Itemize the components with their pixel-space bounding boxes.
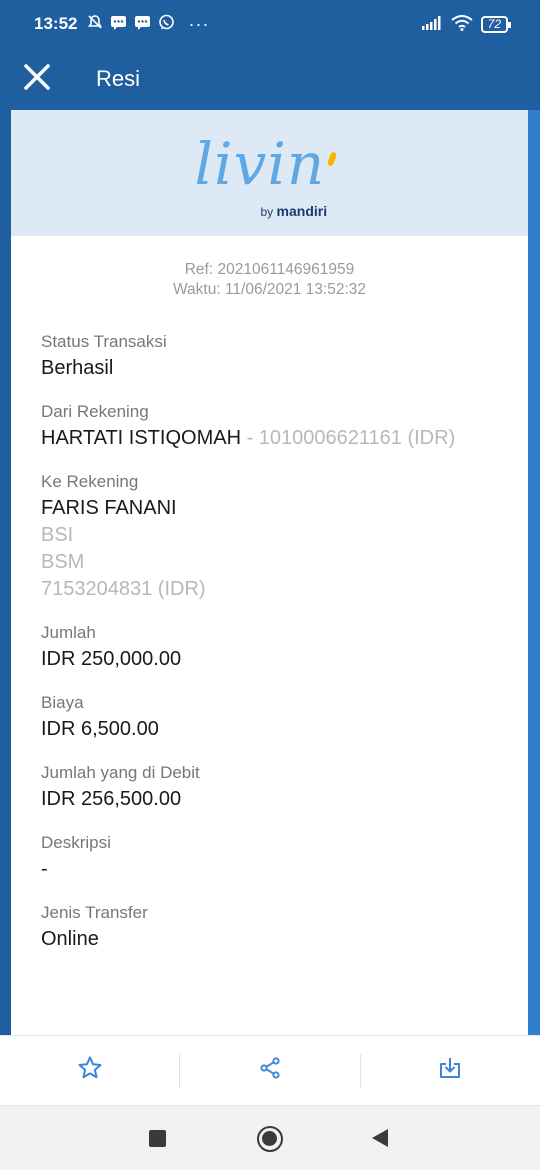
field-label: Status Transaksi xyxy=(41,332,167,351)
recipient-account: 7153204831 (IDR) xyxy=(41,578,206,600)
action-bar xyxy=(0,1035,540,1105)
logo-accent xyxy=(326,151,337,167)
field-status: Status Transaksi Berhasil xyxy=(41,331,528,382)
bell-off-icon xyxy=(87,14,103,34)
share-button[interactable] xyxy=(180,1053,359,1089)
transaction-time: Waktu: 11/06/2021 13:52:32 xyxy=(172,281,367,298)
recipient-bank: BSI xyxy=(41,524,74,546)
recents-button[interactable] xyxy=(149,1130,166,1147)
receipt-card: livin by mandiri Ref: 2021061146961959 W… xyxy=(11,110,528,1035)
status-bar: 13:52 ··· 72 xyxy=(0,0,540,48)
download-button[interactable] xyxy=(361,1053,540,1089)
field-label: Ke Rekening xyxy=(41,472,139,491)
frame-left xyxy=(0,110,11,1035)
field-value: Berhasil xyxy=(41,357,114,379)
field-label: Jumlah xyxy=(41,623,96,642)
frame-right xyxy=(528,110,540,1035)
field-label: Biaya xyxy=(41,693,84,712)
sender-name: HARTATI ISTIQOMAH xyxy=(41,427,242,449)
whatsapp-icon xyxy=(158,14,175,35)
download-icon xyxy=(437,1055,463,1086)
livin-logo: livin by mandiri xyxy=(194,128,345,219)
field-value: IDR 256,500.00 xyxy=(41,788,182,810)
field-label: Jenis Transfer xyxy=(41,903,148,922)
close-icon xyxy=(23,63,51,96)
reference-number: Ref: 2021061146961959 xyxy=(184,261,355,278)
favorite-button[interactable] xyxy=(0,1053,179,1089)
home-button[interactable] xyxy=(257,1126,283,1152)
field-to-account: Ke Rekening FARIS FANANI BSI BSM 7153204… xyxy=(41,471,528,603)
field-label: Deskripsi xyxy=(41,833,111,852)
message-icon xyxy=(134,15,151,34)
field-amount: Jumlah IDR 250,000.00 xyxy=(41,622,528,673)
field-value: - xyxy=(41,858,48,880)
receipt-header: livin by mandiri xyxy=(11,110,528,236)
battery-icon: 72 xyxy=(480,15,512,33)
recipient-name: FARIS FANANI xyxy=(41,497,177,519)
system-icons: 72 xyxy=(421,14,512,34)
status-time: 13:52 xyxy=(34,14,78,33)
field-fee: Biaya IDR 6,500.00 xyxy=(41,692,528,743)
system-nav-bar xyxy=(0,1105,540,1170)
message-icon xyxy=(110,15,127,34)
sender-account: - 1010006621161 (IDR) xyxy=(241,427,456,449)
more-dots-icon: ··· xyxy=(188,13,210,34)
close-button[interactable] xyxy=(2,48,72,110)
field-from-account: Dari Rekening HARTATI ISTIQOMAH - 101000… xyxy=(41,401,528,452)
page-title: Resi xyxy=(96,66,141,91)
logo-byline: by mandiri xyxy=(260,203,328,219)
field-label: Jumlah yang di Debit xyxy=(41,763,200,782)
notification-icons: ··· xyxy=(87,14,209,35)
back-button[interactable] xyxy=(372,1129,388,1147)
receipt-fields: Status Transaksi Berhasil Dari Rekening … xyxy=(11,331,528,953)
signal-icon xyxy=(421,15,443,33)
field-description: Deskripsi - xyxy=(41,832,528,883)
recipient-bank-alt: BSM xyxy=(41,551,85,573)
logo-word: livin xyxy=(194,130,326,198)
field-value: HARTATI ISTIQOMAH - 1010006621161 (IDR) xyxy=(41,425,528,452)
field-value: IDR 250,000.00 xyxy=(41,648,182,670)
wifi-icon xyxy=(451,14,473,34)
share-icon xyxy=(258,1056,282,1085)
field-transfer-type: Jenis Transfer Online xyxy=(41,902,528,953)
field-label: Dari Rekening xyxy=(41,402,149,421)
field-value: IDR 6,500.00 xyxy=(41,718,159,740)
app-bar: Resi xyxy=(0,48,540,110)
field-value: Online xyxy=(41,928,99,950)
field-debited: Jumlah yang di Debit IDR 256,500.00 xyxy=(41,762,528,813)
star-icon xyxy=(77,1055,103,1086)
reference-block: Ref: 2021061146961959 Waktu: 11/06/2021 … xyxy=(11,260,528,300)
